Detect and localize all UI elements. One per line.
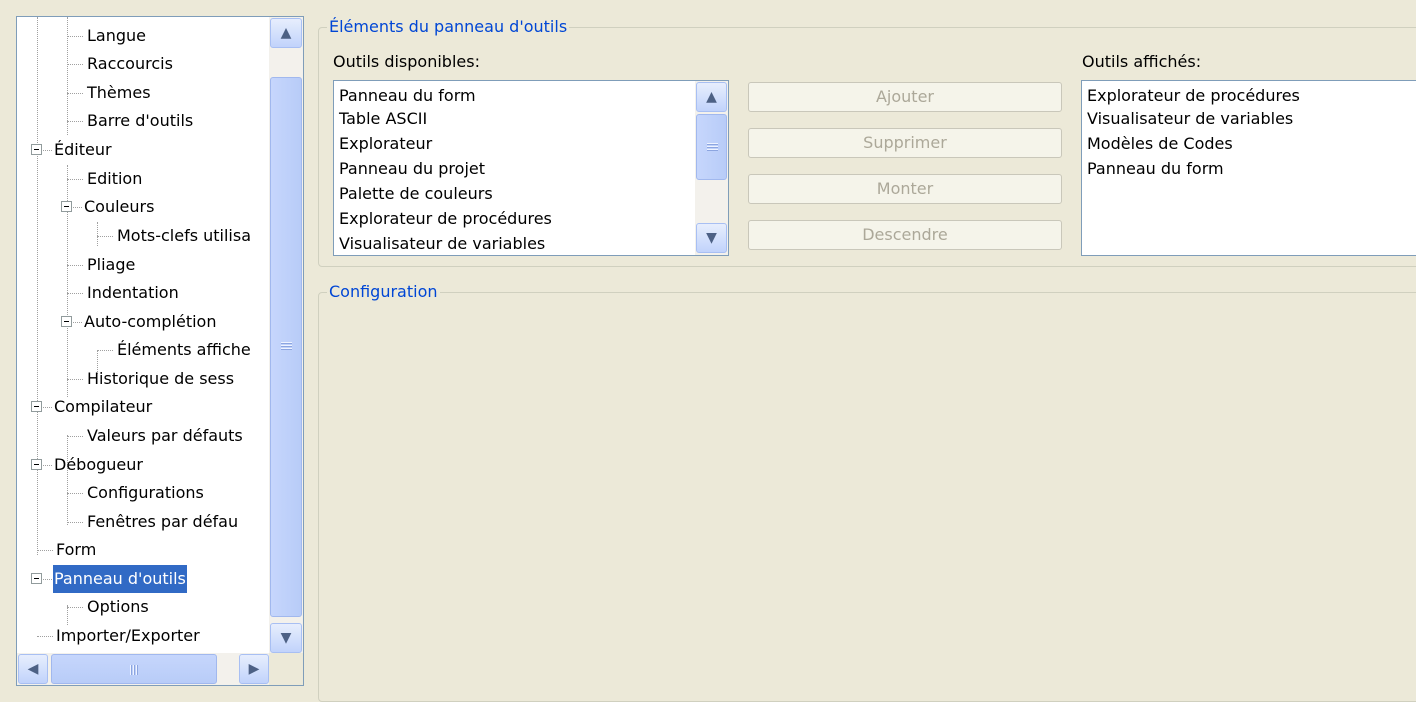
- tree-item-label: Compilateur: [54, 397, 153, 416]
- tree-connector: [97, 222, 98, 246]
- tree-item-label: Auto-complétion: [84, 312, 217, 331]
- tree-item-label: Éléments affiche: [117, 340, 251, 359]
- tree-item-label: Débogueur: [54, 455, 143, 474]
- tree-item-label: Form: [56, 540, 97, 559]
- tree-item-label: Couleurs: [84, 197, 155, 216]
- tree-item-label: Panneau d'outils: [53, 565, 187, 593]
- tree-item-label: Indentation: [87, 283, 179, 302]
- options-tree[interactable]: Langue Raccourcis Thèmes Barre d'outils …: [16, 16, 304, 686]
- tree-item-label: Fenêtres par défau: [87, 512, 239, 531]
- tree-connector: [67, 435, 68, 525]
- list-item[interactable]: Panneau du projet: [339, 156, 485, 182]
- list-item[interactable]: Explorateur de procédures: [339, 206, 552, 232]
- tree-item-label: Barre d'outils: [87, 111, 194, 130]
- configuration-group: [318, 292, 1416, 702]
- tree-item-label: Raccourcis: [87, 54, 173, 73]
- tree-item-label: Valeurs par défauts: [87, 426, 243, 445]
- tree-item-label: Mots-clefs utilisa: [117, 226, 252, 245]
- list-item[interactable]: Modèles de Codes: [1087, 131, 1233, 157]
- tree-item-label: Langue: [87, 26, 146, 45]
- tree-item-label: Importer/Exporter: [56, 626, 200, 645]
- configuration-legend: Configuration: [327, 282, 440, 302]
- available-list-scrollbar[interactable]: ▲ ▼: [695, 81, 728, 255]
- available-tools-list[interactable]: Panneau du form Table ASCII Explorateur …: [333, 80, 729, 256]
- list-item[interactable]: Palette de couleurs: [339, 181, 493, 207]
- tree-horizontal-scrollbar[interactable]: ◀ ▶: [17, 653, 271, 685]
- list-item[interactable]: Visualisateur de variables: [1087, 106, 1293, 132]
- toolbar-elements-legend: Éléments du panneau d'outils: [327, 17, 570, 37]
- tree-connector: [67, 165, 68, 397]
- scroll-right-icon[interactable]: ▶: [239, 654, 269, 684]
- list-item[interactable]: Explorateur: [339, 131, 432, 157]
- collapse-icon[interactable]: [31, 401, 42, 412]
- tree-item-label: Historique de sess: [87, 369, 235, 388]
- list-item[interactable]: Panneau du form: [1087, 156, 1224, 182]
- tree-list: Langue Raccourcis Thèmes Barre d'outils …: [17, 17, 271, 655]
- list-scroll-thumb[interactable]: [696, 114, 727, 180]
- tree-item-label: Configurations: [87, 483, 204, 502]
- tree-hscroll-thumb[interactable]: [51, 654, 217, 684]
- scroll-down-icon[interactable]: ▼: [270, 623, 302, 653]
- collapse-icon[interactable]: [31, 144, 42, 155]
- tree-item-label: Edition: [87, 169, 143, 188]
- tree-connector: [67, 17, 68, 135]
- scrollbar-corner: [269, 653, 303, 685]
- collapse-icon[interactable]: [61, 201, 72, 212]
- collapse-icon[interactable]: [61, 316, 72, 327]
- tree-connector: [37, 17, 38, 555]
- grip-icon: [130, 665, 139, 675]
- grip-icon: [707, 143, 718, 152]
- list-item[interactable]: Visualisateur de variables: [339, 231, 545, 255]
- collapse-icon[interactable]: [31, 573, 42, 584]
- move-down-button[interactable]: Descendre: [748, 220, 1062, 250]
- tree-item-label: Options: [87, 597, 149, 616]
- tree-item-label: Thèmes: [87, 83, 151, 102]
- available-tools-label: Outils disponibles:: [333, 52, 480, 71]
- scroll-left-icon[interactable]: ◀: [18, 654, 48, 684]
- list-item[interactable]: Table ASCII: [339, 106, 427, 132]
- tree-scroll-thumb[interactable]: [270, 77, 302, 617]
- move-up-button[interactable]: Monter: [748, 174, 1062, 204]
- add-button[interactable]: Ajouter: [748, 82, 1062, 112]
- collapse-icon[interactable]: [31, 459, 42, 470]
- scroll-up-icon[interactable]: ▲: [696, 82, 727, 112]
- remove-button[interactable]: Supprimer: [748, 128, 1062, 158]
- tree-item-label: Pliage: [87, 255, 136, 274]
- displayed-tools-list[interactable]: Explorateur de procédures Visualisateur …: [1081, 80, 1416, 256]
- tree-vertical-scrollbar[interactable]: ▲ ▼: [269, 17, 303, 655]
- grip-icon: [281, 342, 292, 351]
- scroll-up-icon[interactable]: ▲: [270, 18, 302, 48]
- displayed-tools-label: Outils affichés:: [1082, 52, 1202, 71]
- scroll-down-icon[interactable]: ▼: [696, 223, 727, 253]
- tree-item-label: Éditeur: [54, 140, 112, 159]
